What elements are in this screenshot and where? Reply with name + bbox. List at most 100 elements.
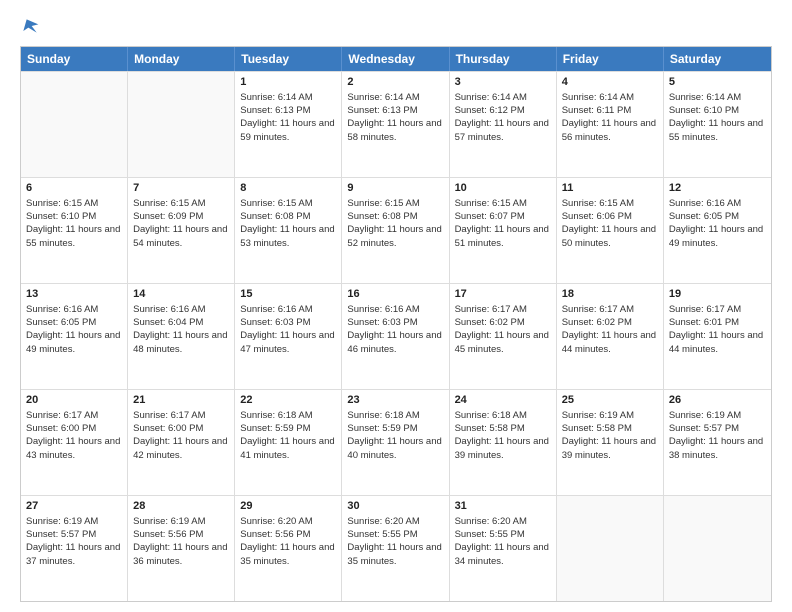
calendar-week-2: 6Sunrise: 6:15 AM Sunset: 6:10 PM Daylig…	[21, 177, 771, 283]
cell-info: Sunrise: 6:14 AM Sunset: 6:10 PM Dayligh…	[669, 91, 766, 144]
day-number: 6	[26, 181, 122, 196]
cell-info: Sunrise: 6:15 AM Sunset: 6:09 PM Dayligh…	[133, 197, 229, 250]
header-day-thursday: Thursday	[450, 47, 557, 71]
calendar-cell-13: 13Sunrise: 6:16 AM Sunset: 6:05 PM Dayli…	[21, 284, 128, 389]
cell-info: Sunrise: 6:15 AM Sunset: 6:10 PM Dayligh…	[26, 197, 122, 250]
calendar-cell-3: 3Sunrise: 6:14 AM Sunset: 6:12 PM Daylig…	[450, 72, 557, 177]
day-number: 12	[669, 181, 766, 196]
cell-info: Sunrise: 6:17 AM Sunset: 6:01 PM Dayligh…	[669, 303, 766, 356]
calendar-cell-1: 1Sunrise: 6:14 AM Sunset: 6:13 PM Daylig…	[235, 72, 342, 177]
calendar-cell-7: 7Sunrise: 6:15 AM Sunset: 6:09 PM Daylig…	[128, 178, 235, 283]
cell-info: Sunrise: 6:14 AM Sunset: 6:13 PM Dayligh…	[347, 91, 443, 144]
cell-info: Sunrise: 6:15 AM Sunset: 6:06 PM Dayligh…	[562, 197, 658, 250]
cell-info: Sunrise: 6:17 AM Sunset: 6:00 PM Dayligh…	[26, 409, 122, 462]
calendar-cell-10: 10Sunrise: 6:15 AM Sunset: 6:07 PM Dayli…	[450, 178, 557, 283]
header-day-monday: Monday	[128, 47, 235, 71]
day-number: 23	[347, 393, 443, 408]
calendar-week-1: 1Sunrise: 6:14 AM Sunset: 6:13 PM Daylig…	[21, 71, 771, 177]
day-number: 31	[455, 499, 551, 514]
day-number: 24	[455, 393, 551, 408]
day-number: 1	[240, 75, 336, 90]
calendar-cell-25: 25Sunrise: 6:19 AM Sunset: 5:58 PM Dayli…	[557, 390, 664, 495]
calendar-body: 1Sunrise: 6:14 AM Sunset: 6:13 PM Daylig…	[21, 71, 771, 601]
day-number: 19	[669, 287, 766, 302]
calendar-cell-2: 2Sunrise: 6:14 AM Sunset: 6:13 PM Daylig…	[342, 72, 449, 177]
calendar-cell-empty-w0c0	[21, 72, 128, 177]
calendar-cell-18: 18Sunrise: 6:17 AM Sunset: 6:02 PM Dayli…	[557, 284, 664, 389]
logo-row	[20, 16, 40, 36]
cell-info: Sunrise: 6:20 AM Sunset: 5:55 PM Dayligh…	[347, 515, 443, 568]
calendar-cell-9: 9Sunrise: 6:15 AM Sunset: 6:08 PM Daylig…	[342, 178, 449, 283]
calendar-cell-12: 12Sunrise: 6:16 AM Sunset: 6:05 PM Dayli…	[664, 178, 771, 283]
day-number: 11	[562, 181, 658, 196]
day-number: 22	[240, 393, 336, 408]
calendar-cell-14: 14Sunrise: 6:16 AM Sunset: 6:04 PM Dayli…	[128, 284, 235, 389]
day-number: 5	[669, 75, 766, 90]
calendar-week-3: 13Sunrise: 6:16 AM Sunset: 6:05 PM Dayli…	[21, 283, 771, 389]
day-number: 7	[133, 181, 229, 196]
header-day-saturday: Saturday	[664, 47, 771, 71]
day-number: 30	[347, 499, 443, 514]
cell-info: Sunrise: 6:19 AM Sunset: 5:58 PM Dayligh…	[562, 409, 658, 462]
calendar-cell-21: 21Sunrise: 6:17 AM Sunset: 6:00 PM Dayli…	[128, 390, 235, 495]
logo-bird-icon	[20, 16, 40, 36]
day-number: 25	[562, 393, 658, 408]
day-number: 3	[455, 75, 551, 90]
day-number: 4	[562, 75, 658, 90]
calendar-cell-16: 16Sunrise: 6:16 AM Sunset: 6:03 PM Dayli…	[342, 284, 449, 389]
cell-info: Sunrise: 6:18 AM Sunset: 5:58 PM Dayligh…	[455, 409, 551, 462]
calendar-week-4: 20Sunrise: 6:17 AM Sunset: 6:00 PM Dayli…	[21, 389, 771, 495]
calendar-cell-20: 20Sunrise: 6:17 AM Sunset: 6:00 PM Dayli…	[21, 390, 128, 495]
cell-info: Sunrise: 6:15 AM Sunset: 6:08 PM Dayligh…	[240, 197, 336, 250]
calendar-cell-30: 30Sunrise: 6:20 AM Sunset: 5:55 PM Dayli…	[342, 496, 449, 601]
cell-info: Sunrise: 6:19 AM Sunset: 5:56 PM Dayligh…	[133, 515, 229, 568]
day-number: 26	[669, 393, 766, 408]
day-number: 8	[240, 181, 336, 196]
calendar-cell-29: 29Sunrise: 6:20 AM Sunset: 5:56 PM Dayli…	[235, 496, 342, 601]
calendar: SundayMondayTuesdayWednesdayThursdayFrid…	[20, 46, 772, 602]
calendar-cell-23: 23Sunrise: 6:18 AM Sunset: 5:59 PM Dayli…	[342, 390, 449, 495]
cell-info: Sunrise: 6:18 AM Sunset: 5:59 PM Dayligh…	[240, 409, 336, 462]
day-number: 13	[26, 287, 122, 302]
calendar-cell-19: 19Sunrise: 6:17 AM Sunset: 6:01 PM Dayli…	[664, 284, 771, 389]
cell-info: Sunrise: 6:16 AM Sunset: 6:04 PM Dayligh…	[133, 303, 229, 356]
cell-info: Sunrise: 6:19 AM Sunset: 5:57 PM Dayligh…	[26, 515, 122, 568]
calendar-cell-22: 22Sunrise: 6:18 AM Sunset: 5:59 PM Dayli…	[235, 390, 342, 495]
day-number: 28	[133, 499, 229, 514]
logo	[20, 16, 40, 36]
calendar-cell-11: 11Sunrise: 6:15 AM Sunset: 6:06 PM Dayli…	[557, 178, 664, 283]
header-day-tuesday: Tuesday	[235, 47, 342, 71]
cell-info: Sunrise: 6:15 AM Sunset: 6:07 PM Dayligh…	[455, 197, 551, 250]
calendar-cell-24: 24Sunrise: 6:18 AM Sunset: 5:58 PM Dayli…	[450, 390, 557, 495]
calendar-week-5: 27Sunrise: 6:19 AM Sunset: 5:57 PM Dayli…	[21, 495, 771, 601]
cell-info: Sunrise: 6:17 AM Sunset: 6:02 PM Dayligh…	[455, 303, 551, 356]
cell-info: Sunrise: 6:19 AM Sunset: 5:57 PM Dayligh…	[669, 409, 766, 462]
logo-block	[20, 16, 40, 36]
cell-info: Sunrise: 6:14 AM Sunset: 6:11 PM Dayligh…	[562, 91, 658, 144]
cell-info: Sunrise: 6:20 AM Sunset: 5:55 PM Dayligh…	[455, 515, 551, 568]
calendar-cell-28: 28Sunrise: 6:19 AM Sunset: 5:56 PM Dayli…	[128, 496, 235, 601]
calendar-cell-15: 15Sunrise: 6:16 AM Sunset: 6:03 PM Dayli…	[235, 284, 342, 389]
cell-info: Sunrise: 6:16 AM Sunset: 6:03 PM Dayligh…	[240, 303, 336, 356]
day-number: 9	[347, 181, 443, 196]
day-number: 27	[26, 499, 122, 514]
calendar-cell-empty-w4c5	[557, 496, 664, 601]
day-number: 10	[455, 181, 551, 196]
calendar-cell-4: 4Sunrise: 6:14 AM Sunset: 6:11 PM Daylig…	[557, 72, 664, 177]
day-number: 18	[562, 287, 658, 302]
calendar-cell-6: 6Sunrise: 6:15 AM Sunset: 6:10 PM Daylig…	[21, 178, 128, 283]
day-number: 29	[240, 499, 336, 514]
cell-info: Sunrise: 6:17 AM Sunset: 6:00 PM Dayligh…	[133, 409, 229, 462]
calendar-cell-26: 26Sunrise: 6:19 AM Sunset: 5:57 PM Dayli…	[664, 390, 771, 495]
day-number: 15	[240, 287, 336, 302]
calendar-cell-17: 17Sunrise: 6:17 AM Sunset: 6:02 PM Dayli…	[450, 284, 557, 389]
cell-info: Sunrise: 6:14 AM Sunset: 6:13 PM Dayligh…	[240, 91, 336, 144]
day-number: 14	[133, 287, 229, 302]
cell-info: Sunrise: 6:16 AM Sunset: 6:05 PM Dayligh…	[26, 303, 122, 356]
header-day-friday: Friday	[557, 47, 664, 71]
cell-info: Sunrise: 6:17 AM Sunset: 6:02 PM Dayligh…	[562, 303, 658, 356]
calendar-cell-8: 8Sunrise: 6:15 AM Sunset: 6:08 PM Daylig…	[235, 178, 342, 283]
day-number: 21	[133, 393, 229, 408]
header-day-sunday: Sunday	[21, 47, 128, 71]
cell-info: Sunrise: 6:16 AM Sunset: 6:05 PM Dayligh…	[669, 197, 766, 250]
